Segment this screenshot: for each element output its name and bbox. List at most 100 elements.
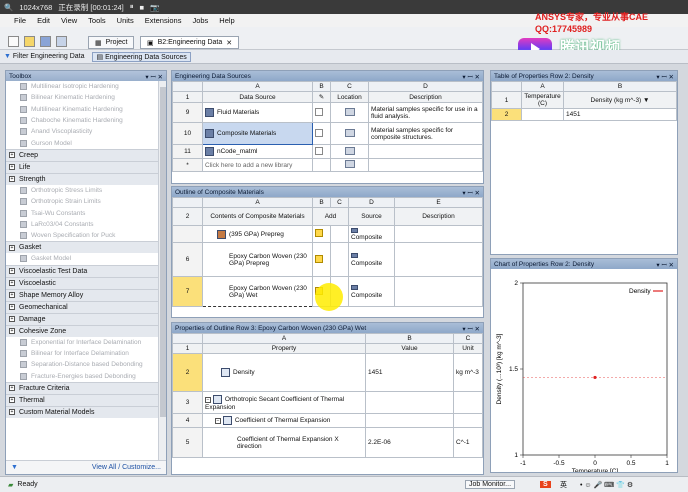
close-icon[interactable]: ✕	[226, 39, 232, 47]
toolbox-item[interactable]: Anand Viscoplasticity	[6, 126, 166, 137]
checkbox[interactable]	[315, 107, 323, 116]
toolbox-item[interactable]: Separation-Distance based Debonding	[6, 359, 166, 370]
toolbox-category[interactable]: + Strength	[6, 172, 166, 185]
toolbox-category[interactable]: + Viscoelastic Test Data	[6, 264, 166, 277]
panel-controls-icon[interactable]: ▾ ꟷ ✕	[656, 72, 674, 81]
expand-icon[interactable]: +	[9, 397, 15, 404]
menu-tools[interactable]: Tools	[88, 16, 106, 25]
toolbox-category[interactable]: + Creep	[6, 148, 166, 161]
view-all-link[interactable]: View All / Customize...	[92, 464, 161, 471]
camera-icon[interactable]: 📷	[150, 3, 159, 12]
expand-icon[interactable]: +	[9, 152, 15, 159]
toolbox-item[interactable]: Bilinear for Interface Delamination	[6, 348, 166, 359]
toolbox-category[interactable]: + Life	[6, 160, 166, 173]
expand-icon[interactable]: +	[9, 244, 15, 251]
toolbox-item[interactable]: Tsai-Wu Constants	[6, 207, 166, 218]
table-row[interactable]: 10 Composite Materials Material samples …	[172, 122, 483, 145]
toolbox-category[interactable]: + Viscoelastic	[6, 276, 166, 289]
panel-controls-icon[interactable]: ▾ ꟷ ✕	[656, 260, 674, 269]
expand-icon[interactable]: +	[9, 304, 15, 311]
toolbox-item[interactable]: Fracture-Energies based Debonding	[6, 370, 166, 381]
toolbox-category[interactable]: + Shape Memory Alloy	[6, 288, 166, 301]
filter-icon[interactable]: ▼	[11, 464, 18, 471]
search-icon[interactable]: 🔍	[4, 3, 13, 12]
toolbox-scrollbar[interactable]	[158, 81, 166, 460]
table-row[interactable]: 2 1451	[491, 108, 677, 121]
toolbox-item[interactable]: LaRc03/04 Constants	[6, 219, 166, 230]
location-edit-icon[interactable]	[344, 107, 355, 116]
panel-controls-icon[interactable]: ▾ ꟷ ✕	[462, 188, 480, 197]
toolbox-category[interactable]: + Custom Material Models	[6, 405, 166, 418]
save-as-icon[interactable]	[56, 36, 67, 47]
browse-button[interactable]	[344, 160, 355, 168]
toolbox-category[interactable]: + Damage	[6, 312, 166, 325]
add-library-input[interactable]: Click here to add a new library	[202, 158, 313, 172]
toolbox-item[interactable]: Multilinear Kinematic Hardening	[6, 104, 166, 115]
toolbox-category[interactable]: + Geomechanical	[6, 300, 166, 313]
stop-icon[interactable]: ■	[140, 3, 145, 12]
table-row[interactable]: 11 nCode_matml	[172, 144, 483, 159]
toolbox-item[interactable]: Exponential for Interface Delamination	[6, 337, 166, 348]
table-row[interactable]: (395 GPa) Prepreg Composite	[172, 225, 483, 243]
location-edit-icon[interactable]	[344, 146, 355, 155]
expand-icon[interactable]: +	[9, 409, 15, 416]
panel-controls-icon[interactable]: ▾ ꟷ ✕	[462, 324, 480, 333]
checkbox[interactable]	[315, 146, 323, 155]
toolbox-item[interactable]: Orthotropic Strain Limits	[6, 196, 166, 207]
expand-icon[interactable]: +	[9, 328, 15, 335]
collapse-icon[interactable]: −	[205, 396, 211, 403]
menu-view[interactable]: View	[61, 16, 77, 25]
filter-button[interactable]: ▼ Filter Engineering Data	[4, 53, 84, 60]
table-row[interactable]: 2 Density 1451 kg m^-3	[172, 353, 483, 392]
ime-logo-icon[interactable]: S	[540, 481, 551, 488]
toolbox-item[interactable]: Chaboche Kinematic Hardening	[6, 115, 166, 126]
pin-icon[interactable]: ▾ ꟷ ✕	[145, 72, 163, 81]
toolbox-item[interactable]: Orthotropic Stress Limits	[6, 185, 166, 196]
expand-icon[interactable]: +	[9, 268, 15, 275]
table-row[interactable]: 3 − Orthotropic Secant Coefficient of Th…	[172, 391, 483, 414]
dropdown-icon[interactable]: ▼	[643, 97, 649, 104]
expand-icon[interactable]: +	[9, 280, 15, 287]
tab-project[interactable]: ▦ Project	[88, 36, 135, 49]
toolbox-category[interactable]: + Thermal	[6, 393, 166, 406]
expand-icon[interactable]: +	[9, 316, 15, 323]
ime-language[interactable]: 英	[560, 480, 567, 490]
toolbox-item[interactable]: Woven Specification for Puck	[6, 230, 166, 241]
expand-icon[interactable]: +	[9, 385, 15, 392]
menu-units[interactable]: Units	[117, 16, 134, 25]
collapse-icon[interactable]: −	[215, 418, 221, 425]
toolbox-category[interactable]: + Gasket	[6, 241, 166, 254]
expand-icon[interactable]: +	[9, 164, 15, 171]
add-checkbox[interactable]	[315, 229, 323, 237]
toolbox-item[interactable]: Bilinear Kinematic Hardening	[6, 92, 166, 103]
toolbox-item[interactable]: Gasket Model	[6, 253, 166, 264]
add-checkbox[interactable]	[315, 254, 323, 263]
toolbox-item[interactable]: Gurson Model	[6, 137, 166, 148]
expand-icon[interactable]: +	[9, 292, 15, 299]
menu-file[interactable]: File	[14, 16, 26, 25]
checkbox[interactable]	[315, 128, 323, 137]
table-row[interactable]: 5 Coefficient of Thermal Expansion X dir…	[172, 427, 483, 458]
save-icon[interactable]	[40, 36, 51, 47]
menu-edit[interactable]: Edit	[37, 16, 50, 25]
panel-controls-icon[interactable]: ▾ ꟷ ✕	[462, 72, 480, 81]
table-row[interactable]: 9 Fluid Materials Material samples speci…	[172, 102, 483, 123]
menu-help[interactable]: Help	[219, 16, 234, 25]
scrollbar-thumb[interactable]	[160, 87, 166, 417]
toolbox-item[interactable]: Multilinear Isotropic Hardening	[6, 81, 166, 92]
table-row[interactable]: 4 − Coefficient of Thermal Expansion	[172, 413, 483, 428]
sources-button[interactable]: ▤ Engineering Data Sources	[92, 51, 191, 62]
toolbox-category[interactable]: + Fracture Criteria	[6, 381, 166, 394]
expand-icon[interactable]: +	[9, 176, 15, 183]
pause-icon[interactable]: ⏸	[130, 2, 134, 12]
menu-jobs[interactable]: Jobs	[192, 16, 208, 25]
table-row[interactable]: 6 Epoxy Carbon Woven (230 GPa) Prepreg C…	[172, 242, 483, 277]
menu-extensions[interactable]: Extensions	[145, 16, 182, 25]
open-icon[interactable]	[24, 36, 35, 47]
add-library-row[interactable]: * Click here to add a new library	[172, 158, 483, 172]
tab-engineering-data[interactable]: ▣ B2:Engineering Data ✕	[140, 36, 240, 49]
density-value[interactable]: 1451	[365, 353, 454, 392]
location-edit-icon[interactable]	[344, 128, 355, 137]
new-icon[interactable]	[8, 36, 19, 47]
job-monitor-button[interactable]: Job Monitor...	[465, 480, 516, 489]
